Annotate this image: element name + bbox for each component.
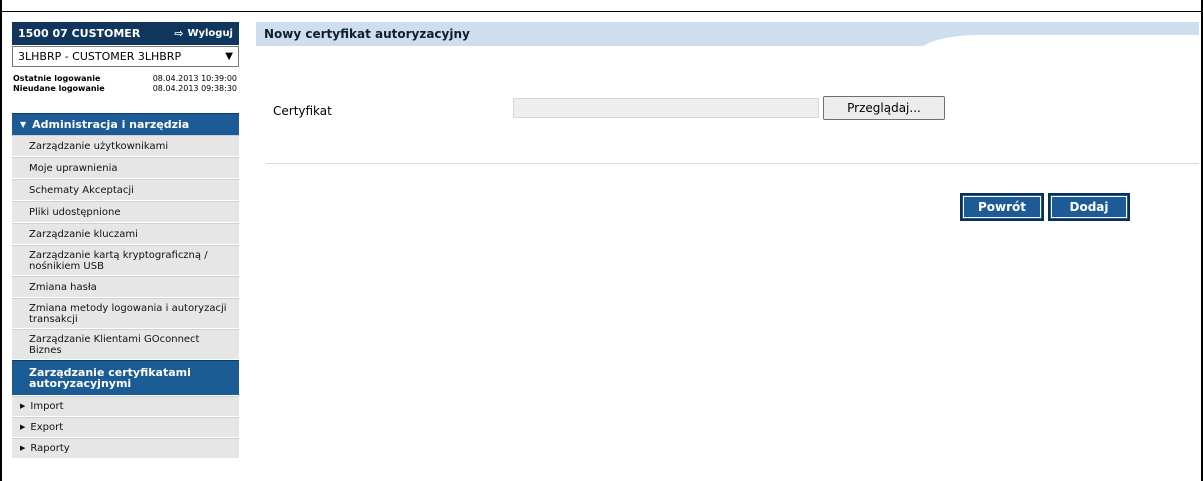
window-left-border: [0, 0, 2, 481]
page-title: Nowy certyfikat autoryzacyjny: [264, 27, 470, 41]
failed-login-row: Nieudane logowanie 08.04.2013 09:38:30: [12, 84, 239, 94]
sidebar-item-shared-files[interactable]: Pliki udostępnione: [12, 201, 239, 223]
sidebar-item-label: Moje uprawnienia: [29, 162, 118, 174]
sidebar-item-label: Schematy Akceptacji: [29, 184, 134, 196]
section-header-admin[interactable]: ▼ Administracja i narzędzia: [12, 113, 239, 135]
customer-select[interactable]: 3LHBRP - CUSTOMER 3LHBRP ▼: [12, 46, 239, 67]
main-content: Nowy certyfikat autoryzacyjny Certyfikat…: [256, 22, 1199, 481]
triangle-right-icon: ▶: [20, 402, 26, 410]
browse-button[interactable]: Przeglądaj...: [823, 96, 945, 120]
sidebar-item-approval-schemes[interactable]: Schematy Akceptacji: [12, 179, 239, 201]
title-bar-curve: [919, 35, 1199, 46]
sidebar-item-users[interactable]: Zarządzanie użytkownikami: [12, 135, 239, 157]
chevron-down-icon: ▼: [225, 51, 233, 62]
sidebar-item-certificates[interactable]: Zarządzanie certyfikatami autoryzacyjnym…: [12, 360, 239, 396]
triangle-right-icon: ▶: [20, 423, 26, 431]
sidebar-item-export[interactable]: ▶ Export: [12, 417, 239, 438]
logout-label: Wyloguj: [187, 28, 233, 39]
sidebar-item-label: Zarządzanie certyfikatami autoryzacyjnym…: [29, 366, 191, 390]
sidebar: 1500 07 CUSTOMER ⇨ Wyloguj 3LHBRP - CUST…: [12, 22, 239, 481]
triangle-down-icon: ▼: [20, 120, 27, 129]
certificate-label: Certyfikat: [273, 104, 332, 118]
add-button[interactable]: Dodaj: [1048, 193, 1130, 221]
last-login-value: 08.04.2013 10:39:00: [152, 74, 237, 83]
sidebar-item-keys[interactable]: Zarządzanie kluczami: [12, 223, 239, 245]
customer-bar: 1500 07 CUSTOMER ⇨ Wyloguj: [12, 22, 239, 46]
logout-button[interactable]: ⇨ Wyloguj: [174, 27, 233, 40]
failed-login-value: 08.04.2013 09:38:30: [152, 84, 237, 93]
sidebar-item-label: Zarządzanie użytkownikami: [29, 140, 169, 152]
sidebar-item-label: Export: [30, 422, 64, 433]
last-login-label: Ostatnie logowanie: [13, 74, 101, 83]
sidebar-item-label: Import: [30, 401, 64, 412]
back-button[interactable]: Powrót: [960, 193, 1044, 221]
customer-name: 1500 07 CUSTOMER: [18, 27, 141, 40]
certificate-row: Certyfikat Przeglądaj...: [256, 96, 1199, 122]
sidebar-item-label: Zmiana hasła: [29, 281, 97, 293]
login-info: Ostatnie logowanie 08.04.2013 10:39:00 N…: [12, 74, 239, 94]
sidebar-item-label: Zarządzanie kartą kryptograficzną / nośn…: [29, 249, 208, 272]
certificate-file-input[interactable]: [513, 98, 819, 118]
sidebar-item-reports[interactable]: ▶ Raporty: [12, 438, 239, 459]
sidebar-item-label: Zarządzanie Klientami GOconnect Biznes: [29, 333, 200, 356]
logout-arrow-icon: ⇨: [174, 27, 184, 40]
sidebar-item-change-password[interactable]: Zmiana hasła: [12, 276, 239, 298]
sidebar-item-label: Pliki udostępnione: [29, 206, 121, 218]
sidebar-item-label: Zmiana metody logowania i autoryzacji tr…: [29, 302, 227, 325]
page-title-bar: Nowy certyfikat autoryzacyjny: [256, 22, 1199, 46]
divider: [266, 163, 1199, 164]
sidebar-item-label: Raporty: [30, 443, 70, 454]
sidebar-item-label: Zarządzanie kluczami: [29, 228, 138, 240]
sidebar-item-goconnect-clients[interactable]: Zarządzanie Klientami GOconnect Biznes: [12, 329, 239, 360]
section-header-label: Administracja i narzędzia: [32, 118, 190, 131]
last-login-row: Ostatnie logowanie 08.04.2013 10:39:00: [12, 74, 239, 84]
sidebar-item-import[interactable]: ▶ Import: [12, 396, 239, 417]
failed-login-label: Nieudane logowanie: [13, 84, 105, 93]
window-top-border: [0, 0, 1203, 12]
triangle-right-icon: ▶: [20, 444, 26, 452]
sidebar-item-login-method[interactable]: Zmiana metody logowania i autoryzacji tr…: [12, 298, 239, 329]
sidebar-item-permissions[interactable]: Moje uprawnienia: [12, 157, 239, 179]
customer-select-value: 3LHBRP - CUSTOMER 3LHBRP: [18, 50, 182, 63]
sidebar-item-crypto-card[interactable]: Zarządzanie kartą kryptograficzną / nośn…: [12, 245, 239, 276]
